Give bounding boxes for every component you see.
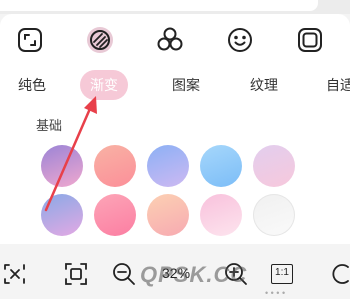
edit-tool-row: [0, 24, 350, 56]
smiley-sticker-icon[interactable]: [224, 24, 256, 56]
watermark-dots: • • • •: [265, 288, 286, 298]
original-size-button[interactable]: 1:1: [270, 262, 294, 286]
gradient-fill-icon[interactable]: [84, 24, 116, 56]
gradient-swatch[interactable]: [94, 145, 136, 187]
original-size-label: 1:1: [271, 264, 293, 284]
gradient-swatch[interactable]: [200, 145, 242, 187]
gradient-swatch[interactable]: [41, 194, 83, 236]
gradient-swatch[interactable]: [147, 145, 189, 187]
top-strip: [0, 0, 350, 14]
rotate-icon[interactable]: [332, 262, 350, 286]
gradient-swatch[interactable]: [147, 194, 189, 236]
three-circles-icon[interactable]: [154, 24, 186, 56]
zoom-out-icon[interactable]: [112, 262, 136, 286]
gradient-swatch[interactable]: [41, 145, 83, 187]
watermark-text: QPSK.CC: [140, 262, 248, 287]
fit-screen-icon[interactable]: [64, 262, 88, 286]
canvas-preview-edge: [0, 0, 318, 11]
section-title-basic: 基础: [36, 118, 63, 133]
tab-texture[interactable]: 纹理: [250, 70, 278, 100]
tab-solid-color[interactable]: 纯色: [18, 70, 46, 100]
gradient-swatch[interactable]: [200, 194, 242, 236]
tab-pattern[interactable]: 图案: [172, 70, 200, 100]
gradient-swatch[interactable]: [94, 194, 136, 236]
fill-type-tabs: 纯色 渐变 图案 纹理 自适: [0, 70, 350, 100]
crop-icon[interactable]: [14, 24, 46, 56]
crop-rotate-icon[interactable]: [4, 262, 26, 286]
tab-adaptive[interactable]: 自适: [326, 70, 350, 100]
tab-gradient[interactable]: 渐变: [80, 70, 128, 100]
frame-icon[interactable]: [294, 24, 326, 56]
gradient-swatch[interactable]: [253, 145, 295, 187]
gradient-swatch[interactable]: [253, 194, 295, 236]
